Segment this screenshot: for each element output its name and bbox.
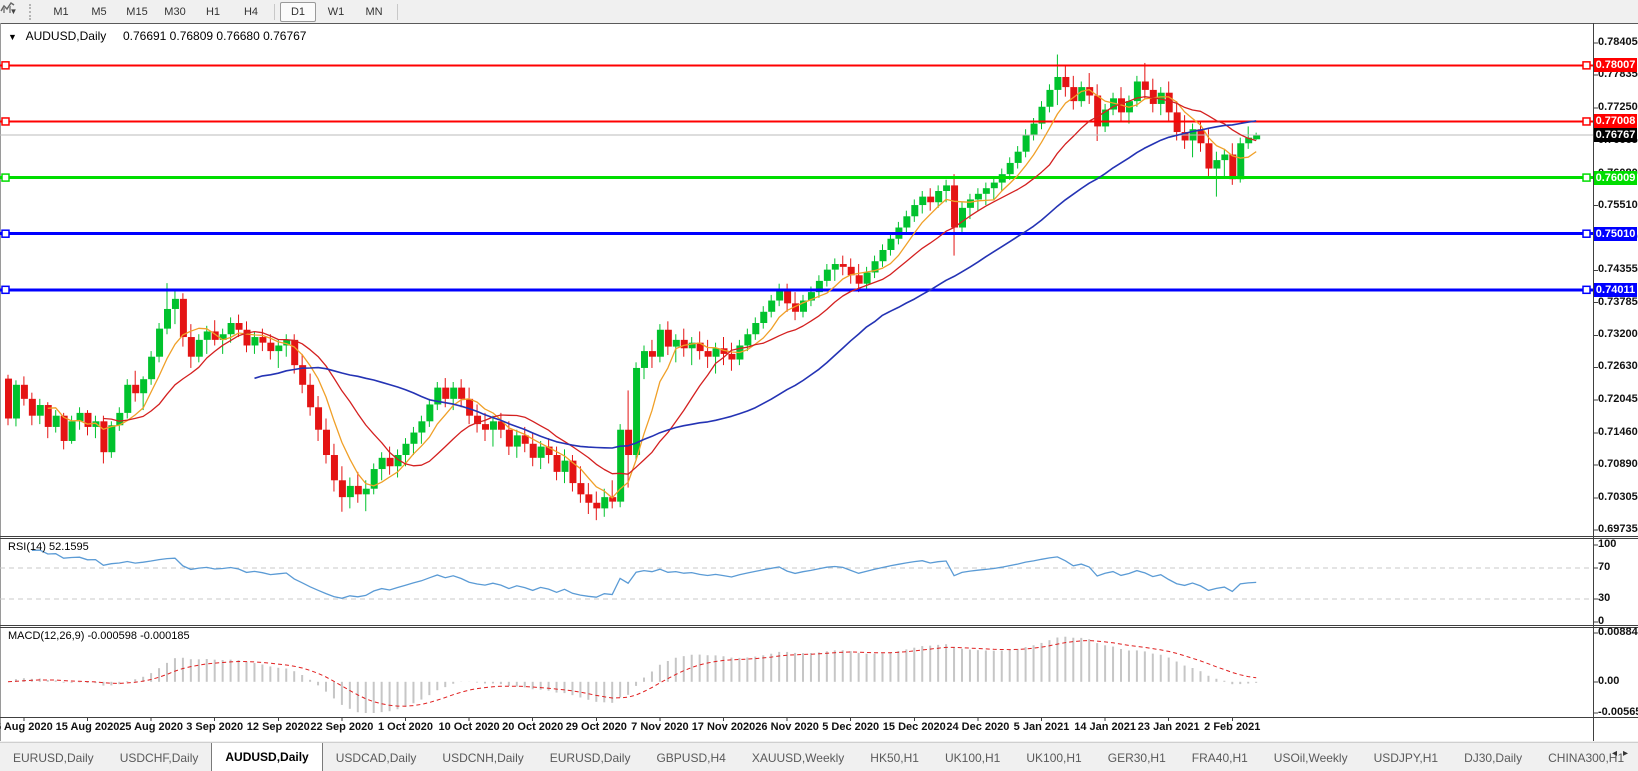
price-axis-label: 0.72630 [1598,360,1638,372]
toolbar-drag-grip[interactable] [29,4,39,20]
chart-background [0,23,1638,741]
price-axis-label: 0.77250 [1598,101,1638,113]
chart-title: ▼ AUDUSD,Daily 0.76691 0.76809 0.76680 0… [8,29,306,43]
hline-handle-icon[interactable] [2,286,9,293]
chart-tab-bar: EURUSD,DailyUSDCHF,DailyAUDUSD,DailyUSDC… [0,742,1638,771]
hline-handle-icon[interactable] [2,62,9,69]
price-axis-label: 0.70890 [1598,458,1638,470]
price-chart[interactable] [0,0,1638,771]
timeframe-button-w1[interactable]: W1 [318,2,354,22]
symbol-period-label: AUDUSD,Daily [26,29,107,43]
chart-tab-usdchf-daily[interactable]: USDCHF,Daily [107,743,212,771]
price-axis-label: 0.73200 [1598,328,1638,340]
timeframe-button-m15[interactable]: M15 [119,2,155,22]
hline-handle-icon[interactable] [2,118,9,125]
chart-tab-ger30-h1[interactable]: GER30,H1 [1095,743,1179,771]
macd-axis-label: 0.00884 [1598,626,1638,638]
toolbar-separator [397,4,398,20]
hline-price-label: 0.74011 [1594,283,1637,297]
chart-tab-dj30-daily[interactable]: DJ30,Daily [1451,743,1535,771]
chart-tab-usdcnh-daily[interactable]: USDCNH,Daily [429,743,536,771]
timeframe-button-h1[interactable]: H1 [195,2,231,22]
chart-tab-audusd-daily[interactable]: AUDUSD,Daily [211,742,322,771]
timeframe-button-h4[interactable]: H4 [233,2,269,22]
hline-handle-icon[interactable] [1583,118,1590,125]
collapse-triangle-icon[interactable]: ▼ [8,32,17,42]
hline-handle-icon[interactable] [2,230,9,237]
price-axis-label: 0.71460 [1598,426,1638,438]
timeframe-button-d1[interactable]: D1 [280,2,316,22]
chart-tab-fra40-h1[interactable]: FRA40,H1 [1179,743,1261,771]
ohlc-values: 0.76691 0.76809 0.76680 0.76767 [123,29,307,43]
chart-tab-xauusd-weekly[interactable]: XAUUSD,Weekly [739,743,857,771]
hline-price-label: 0.76009 [1594,171,1637,185]
price-axis-label: 0.72045 [1598,393,1638,405]
price-axis-label: 0.78405 [1598,36,1638,48]
hline-handle-icon[interactable] [2,174,9,181]
chart-tab-usdcad-daily[interactable]: USDCAD,Daily [323,743,430,771]
hline-price-label: 0.78007 [1594,58,1637,72]
chart-tab-hk50-h1[interactable]: HK50,H1 [857,743,932,771]
timeframe-button-m5[interactable]: M5 [81,2,117,22]
macd-axis-label: 0.00 [1598,675,1619,687]
price-axis-label: 0.75510 [1598,199,1638,211]
timeframe-toolbar: ▼ M1M5M15M30H1H4 D1W1MN [0,0,1638,23]
hline-handle-icon[interactable] [1583,230,1590,237]
chart-tab-eurusd-daily[interactable]: EURUSD,Daily [537,743,644,771]
current-price-label: 0.76767 [1594,128,1637,142]
timeframe-button-mn[interactable]: MN [356,2,392,22]
timeframe-button-m1[interactable]: M1 [43,2,79,22]
scroll-right-icon[interactable]: ▸ [1623,748,1634,759]
chart-tab-usoil-weekly[interactable]: USOil,Weekly [1261,743,1361,771]
rsi-axis-label: 100 [1598,538,1616,550]
hline-handle-icon[interactable] [1583,174,1590,181]
price-axis-label: 0.69735 [1598,523,1638,535]
macd-axis-label: -0.005651 [1598,706,1638,718]
chart-indicator-icon[interactable]: ▼ [0,2,26,22]
chart-tab-eurusd-daily[interactable]: EURUSD,Daily [0,743,107,771]
chart-tab-uk100-h1[interactable]: UK100,H1 [932,743,1013,771]
date-axis-label: 2 Feb 2021 [1192,721,1272,733]
trading-platform-window: ▼ M1M5M15M30H1H4 D1W1MN ▼ AUDUSD,Daily 0.… [0,0,1638,771]
price-axis-label: 0.70305 [1598,491,1638,503]
price-axis-label: 0.73785 [1598,296,1638,308]
hline-price-label: 0.77008 [1594,114,1637,128]
rsi-axis-label: 70 [1598,561,1610,573]
price-axis-label: 0.74355 [1598,263,1638,275]
hline-handle-icon[interactable] [1583,62,1590,69]
tab-scroll-arrows[interactable]: ◂▸ [1612,748,1634,759]
chart-tab-uk100-h1[interactable]: UK100,H1 [1013,743,1094,771]
toolbar-separator [274,4,275,20]
hline-price-label: 0.75010 [1594,227,1637,241]
rsi-label: RSI(14) 52.1595 [8,541,89,553]
hline-handle-icon[interactable] [1583,286,1590,293]
timeframe-button-m30[interactable]: M30 [157,2,193,22]
chart-tab-usdjpy-h1[interactable]: USDJPY,H1 [1361,743,1451,771]
rsi-axis-label: 30 [1598,592,1610,604]
macd-label: MACD(12,26,9) -0.000598 -0.000185 [8,630,190,642]
chart-tab-gbpusd-h4[interactable]: GBPUSD,H4 [643,743,738,771]
scroll-left-icon[interactable]: ◂ [1612,748,1623,759]
